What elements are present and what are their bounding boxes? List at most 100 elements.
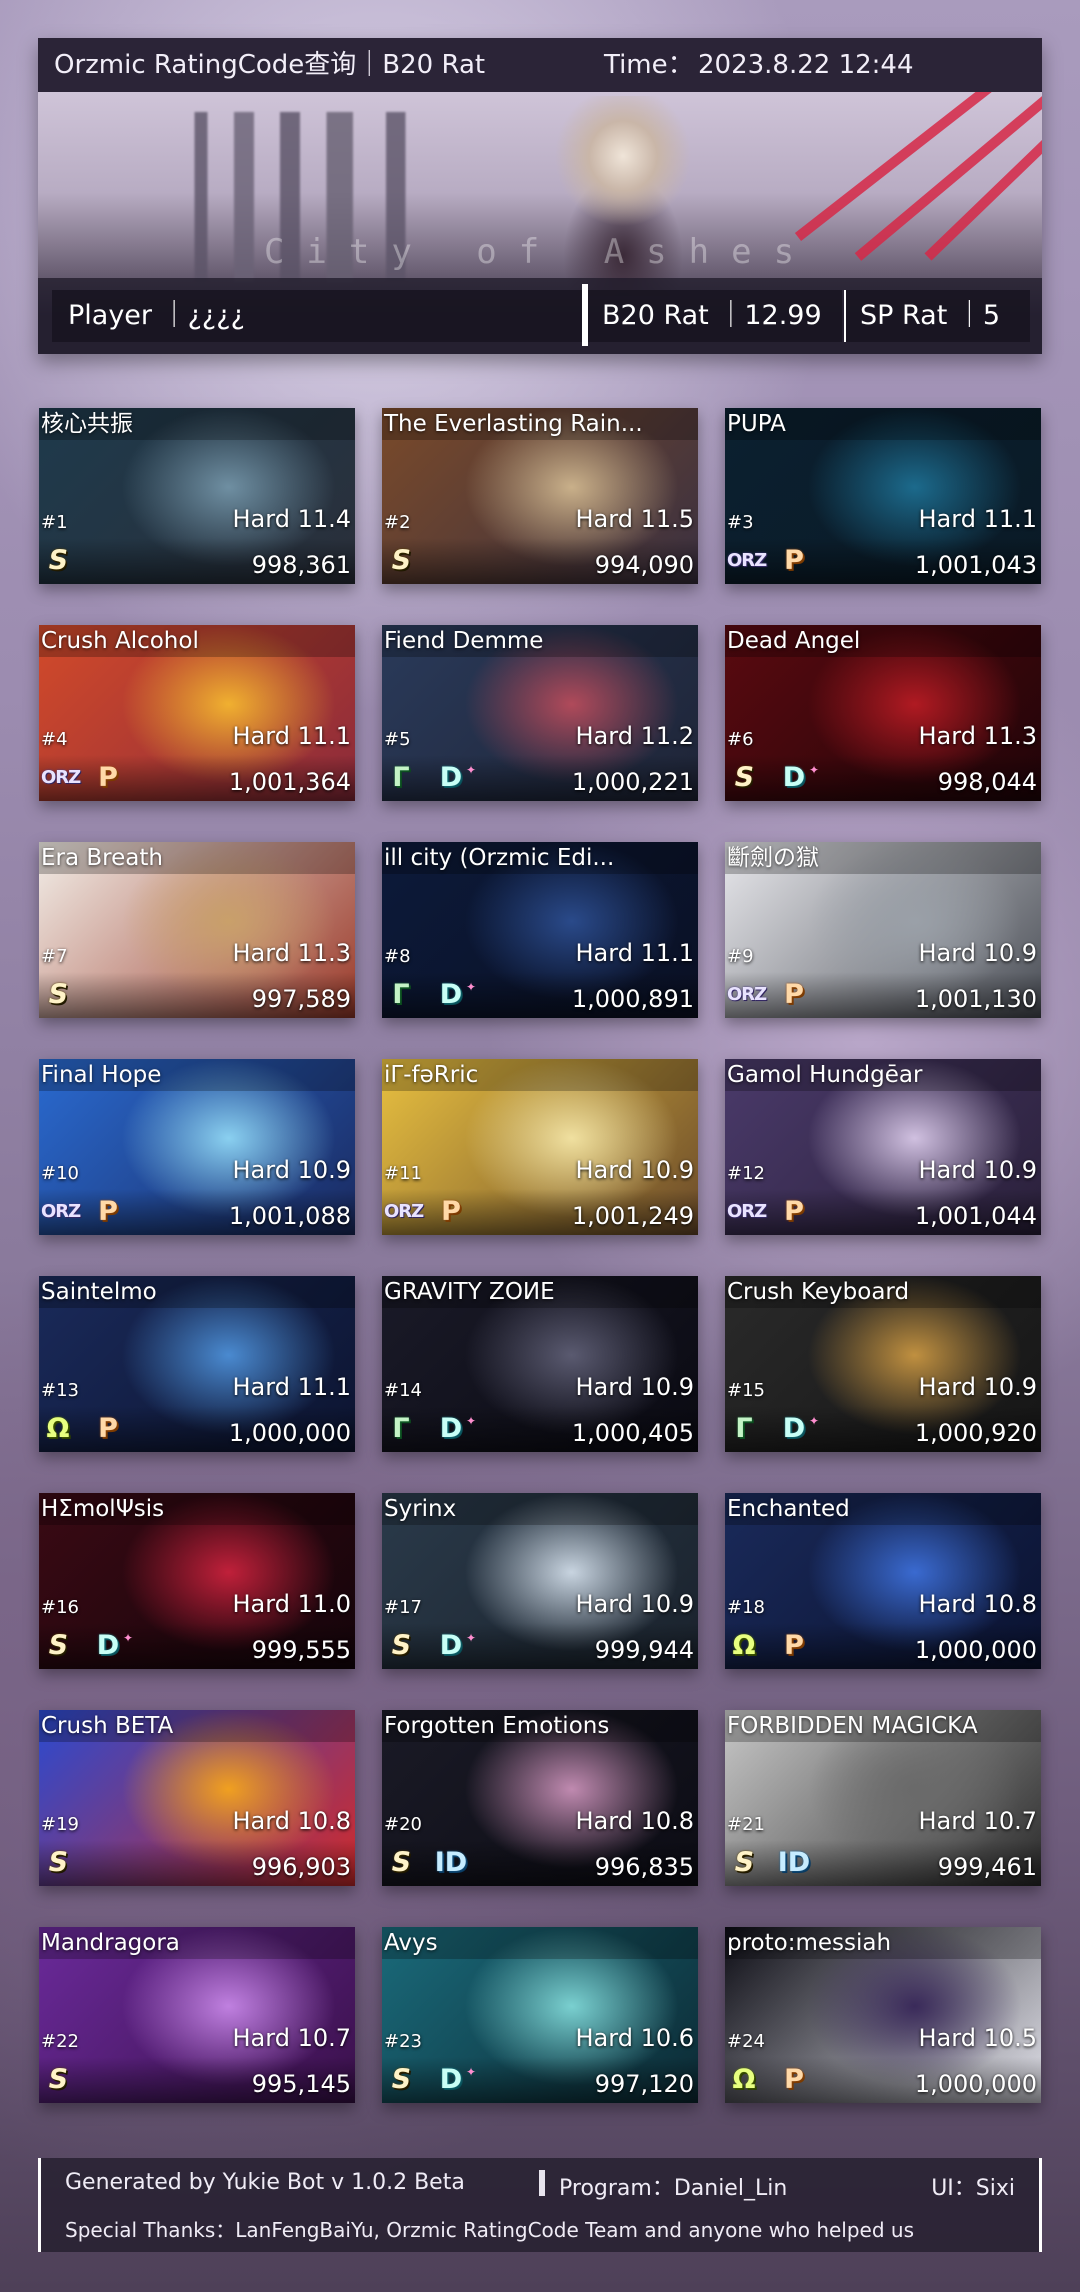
s-rank-icon: S — [388, 1847, 414, 1878]
footer-program: Program：Daniel_Lin — [559, 2176, 788, 2201]
song-score: 1,000,221 — [571, 768, 694, 796]
song-difficulty: Hard 10.9 — [918, 1156, 1038, 1184]
song-score: 999,461 — [937, 1853, 1037, 1881]
header-panel: Orzmic RatingCode查询｜B20 Rat Time： 2023.8… — [38, 38, 1042, 354]
score-card: ill city (Orzmic Edi... #8 Hard 11.1 1,000,… — [382, 842, 698, 1018]
song-score: 997,589 — [251, 985, 351, 1013]
header-title-bar: Orzmic RatingCode查询｜B20 Rat Time： 2023.8… — [38, 38, 1042, 92]
perfect-icon: P — [98, 1196, 118, 1227]
song-rank: #3 — [727, 512, 754, 533]
song-rank: #19 — [41, 1814, 79, 1835]
song-difficulty: Hard 11.4 — [232, 505, 352, 533]
song-difficulty: Hard 11.1 — [918, 505, 1038, 533]
score-card: iΓ-fəRric #11 Hard 10.9 1,001,249 ORZ P — [382, 1059, 698, 1235]
score-card: Forgotten Emotions #20 Hard 10.8 996,835 S ID — [382, 1710, 698, 1886]
footer: Generated by Yukie Bot v 1.0.2 Beta Prog… — [38, 2158, 1042, 2252]
song-rank: #24 — [727, 2031, 765, 2052]
time-value: 2023.8.22 12:44 — [698, 50, 914, 80]
difficulty-icon: D — [434, 970, 476, 1012]
id-icon: ID — [777, 1847, 811, 1878]
s-rank-icon: S — [45, 2064, 71, 2095]
song-score: 1,001,130 — [914, 985, 1037, 1013]
page-title: Orzmic RatingCode查询｜B20 Rat — [54, 50, 486, 80]
song-rank: #17 — [384, 1597, 422, 1618]
perfect-icon: P — [784, 979, 804, 1010]
song-difficulty: Hard 10.9 — [232, 1156, 352, 1184]
orz-icon: ORZ — [41, 767, 81, 788]
song-rank: #7 — [41, 946, 68, 967]
song-rank: #8 — [384, 946, 411, 967]
song-title: Forgotten Emotions — [384, 1713, 610, 1739]
score-card: FORBIDDEN MAGICKA #21 Hard 10.7 999,461 S ID — [725, 1710, 1041, 1886]
song-title: Final Hope — [41, 1062, 162, 1088]
song-score: 1,001,088 — [228, 1202, 351, 1230]
banner-song-name: City of Ashes — [263, 232, 817, 272]
song-rank: #13 — [41, 1380, 79, 1401]
song-difficulty: Hard 11.1 — [575, 939, 695, 967]
song-title: 斷劍の獄 — [727, 845, 819, 871]
song-title: Mandragora — [41, 1930, 180, 1956]
score-card: Avys #23 Hard 10.6 997,120 S D — [382, 1927, 698, 2103]
song-score: 998,044 — [937, 768, 1037, 796]
song-rank: #10 — [41, 1163, 79, 1184]
song-difficulty: Hard 11.5 — [575, 505, 695, 533]
song-score: 1,000,000 — [914, 2070, 1037, 2098]
score-card: PUPA #3 Hard 11.1 1,001,043 ORZ P — [725, 408, 1041, 584]
song-title: Crush BETA — [41, 1713, 174, 1739]
orz-icon: ORZ — [41, 1201, 81, 1222]
song-difficulty: Hard 11.3 — [918, 722, 1038, 750]
song-rank: #14 — [384, 1380, 422, 1401]
banner-red-beam — [794, 92, 1042, 241]
perfect-icon: P — [98, 1413, 118, 1444]
song-title: Fiend Demme — [384, 628, 544, 654]
song-title: Enchanted — [727, 1496, 850, 1522]
song-title: iΓ-fəRric — [384, 1062, 479, 1088]
difficulty-icon: D — [777, 1404, 819, 1446]
s-rank-icon: S — [388, 2064, 414, 2095]
song-score: 998,361 — [251, 551, 351, 579]
song-score: 994,090 — [594, 551, 694, 579]
difficulty-icon: D — [434, 2055, 476, 2097]
score-card: Enchanted #18 Hard 10.8 1,000,000 Ω P — [725, 1493, 1041, 1669]
song-score: 1,000,405 — [571, 1419, 694, 1447]
song-score: 1,001,044 — [914, 1202, 1037, 1230]
player-box: Player ｜¿¿¿¿ — [52, 290, 582, 342]
sp-rating-label: SP Rat ｜5 — [860, 300, 1001, 331]
clear-icon: Γ — [392, 979, 410, 1010]
song-rank: #5 — [384, 729, 411, 750]
song-rank: #1 — [41, 512, 68, 533]
song-difficulty: Hard 10.8 — [575, 1807, 695, 1835]
song-title: 核心共振 — [41, 411, 133, 437]
song-title: The Everlasting Rain... — [384, 411, 643, 437]
score-card: Era Breath #7 Hard 11.3 997,589 S — [39, 842, 355, 1018]
song-rank: #4 — [41, 729, 68, 750]
difficulty-icon: D — [434, 1621, 476, 1663]
score-card: Fiend Demme #5 Hard 11.2 1,000,221 Γ D — [382, 625, 698, 801]
song-score: 1,001,249 — [571, 1202, 694, 1230]
score-card: proto:messiah #24 Hard 10.5 1,000,000 Ω P — [725, 1927, 1041, 2103]
song-title: Dead Angel — [727, 628, 861, 654]
song-rank: #6 — [727, 729, 754, 750]
song-rank: #9 — [727, 946, 754, 967]
song-score: 1,000,891 — [571, 985, 694, 1013]
s-rank-icon: S — [45, 545, 71, 576]
difficulty-icon: D — [91, 1621, 133, 1663]
song-title: ill city (Orzmic Edi... — [384, 845, 615, 871]
song-score: 1,000,000 — [228, 1419, 351, 1447]
footer-thanks: Special Thanks：LanFengBaiYu, Orzmic Rati… — [65, 2218, 915, 2242]
b20-rating-label: B20 Rat ｜12.99 — [602, 300, 822, 331]
song-rank: #20 — [384, 1814, 422, 1835]
song-rank: #21 — [727, 1814, 765, 1835]
s-rank-icon: S — [731, 762, 757, 793]
player-label: Player ｜¿¿¿¿ — [68, 300, 245, 331]
score-card: HΣmolΨsis #16 Hard 11.0 999,555 S D — [39, 1493, 355, 1669]
score-card: The Everlasting Rain... #2 Hard 11.5 994,09… — [382, 408, 698, 584]
song-rank: #2 — [384, 512, 411, 533]
score-card: Final Hope #10 Hard 10.9 1,001,088 ORZ P — [39, 1059, 355, 1235]
song-title: Saintelmo — [41, 1279, 157, 1305]
score-card: 斷劍の獄 #9 Hard 10.9 1,001,130 ORZ P — [725, 842, 1041, 1018]
song-score: 1,000,920 — [914, 1419, 1037, 1447]
song-difficulty: Hard 10.7 — [918, 1807, 1038, 1835]
perfect-icon: P — [784, 1196, 804, 1227]
perfect-icon: P — [784, 2064, 804, 2095]
